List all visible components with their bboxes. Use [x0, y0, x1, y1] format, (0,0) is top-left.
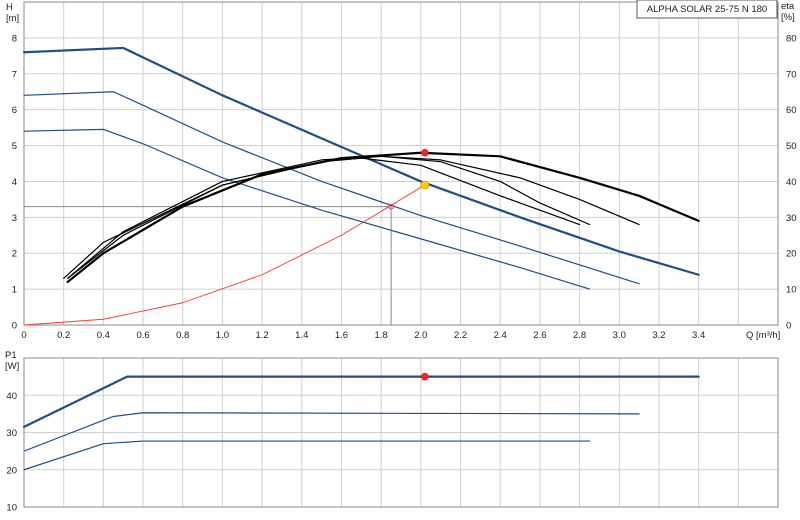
y-right-tick-label: 70	[786, 69, 797, 80]
y-axis-label: P1	[5, 350, 17, 361]
y-tick-label: 2	[12, 249, 17, 260]
x-tick-label: 1.2	[255, 330, 268, 341]
x-tick-label: 0	[21, 330, 26, 341]
y-tick-label: 0	[12, 321, 17, 332]
y-right-tick-label: 50	[786, 141, 797, 152]
y-tick-label: 20	[6, 465, 17, 476]
y-right-tick-label: 80	[786, 33, 797, 44]
y-tick-label: 8	[12, 33, 17, 44]
operating-guide-line	[24, 206, 392, 325]
y-right-tick-label: 10	[786, 285, 797, 296]
y-axis-label: [m]	[6, 13, 19, 24]
x-tick-label: 0.4	[97, 330, 110, 341]
y-right-tick-label: 0	[786, 321, 791, 332]
x-axis-label: Q [m³/h]	[746, 330, 780, 341]
x-tick-label: 1.0	[216, 330, 229, 341]
y-right-tick-label: 30	[786, 213, 797, 224]
y-tick-label: 6	[12, 105, 17, 116]
y-tick-label: 7	[12, 69, 17, 80]
y-tick-label: 30	[6, 428, 17, 439]
x-tick-label: 3.0	[613, 330, 626, 341]
x-tick-label: 2.8	[573, 330, 586, 341]
power-curve-line	[23, 440, 591, 471]
x-tick-label: 0.2	[57, 330, 70, 341]
pump-curve-line	[23, 128, 591, 290]
x-tick-label: 0.8	[176, 330, 189, 341]
x-tick-label: 2.2	[454, 330, 467, 341]
x-tick-label: 0.6	[136, 330, 149, 341]
y-right-tick-label: 60	[786, 105, 797, 116]
duty-point-marker	[421, 148, 429, 157]
efficiency-curve-line	[63, 157, 581, 279]
y-tick-label: 5	[12, 141, 17, 152]
x-tick-label: 3.4	[692, 330, 705, 341]
system-curve-line	[23, 184, 426, 326]
y-right-tick-label: 40	[786, 177, 797, 188]
operating-point-marker	[420, 180, 430, 190]
power-curve-line	[23, 412, 640, 452]
y-tick-label: 4	[12, 177, 17, 188]
x-tick-label: 2.4	[494, 330, 507, 341]
duty-point-marker	[421, 372, 429, 381]
x-tick-label: 3.2	[652, 330, 665, 341]
y-right-tick-label: 20	[786, 249, 797, 260]
x-tick-label: 1.8	[375, 330, 388, 341]
y-right-axis-label: eta	[781, 1, 795, 12]
x-tick-label: 2.6	[533, 330, 546, 341]
y-right-axis-label: [%]	[781, 12, 795, 23]
y-tick-label: 10	[6, 503, 17, 514]
power-curve-line	[22, 375, 700, 429]
y-axis-label: H	[6, 2, 13, 13]
y-tick-label: 3	[12, 213, 17, 224]
power-panel: 10 20 30 40 P1[W]	[5, 350, 779, 514]
x-tick-label: 1.6	[335, 330, 348, 341]
y-tick-label: 40	[6, 391, 17, 402]
x-tick-label: 1.4	[295, 330, 308, 341]
head-efficiency-panel: 0 0.2 0.4 0.6 0.8 1.0 1.2 1.4 1.6 1.8 2.0 2.2 2.4 2.6…	[6, 0, 797, 341]
pump-performance-chart: 0 0.2 0.4 0.6 0.8 1.0 1.2 1.4 1.6 1.8 2.0 2.2 2.4 2.6…	[5, 0, 797, 514]
chart-title: ALPHA SOLAR 25-75 N 180	[647, 4, 767, 15]
y-axis-label: [W]	[5, 361, 19, 372]
x-tick-label: 2.0	[414, 330, 427, 341]
y-tick-label: 1	[12, 285, 17, 296]
